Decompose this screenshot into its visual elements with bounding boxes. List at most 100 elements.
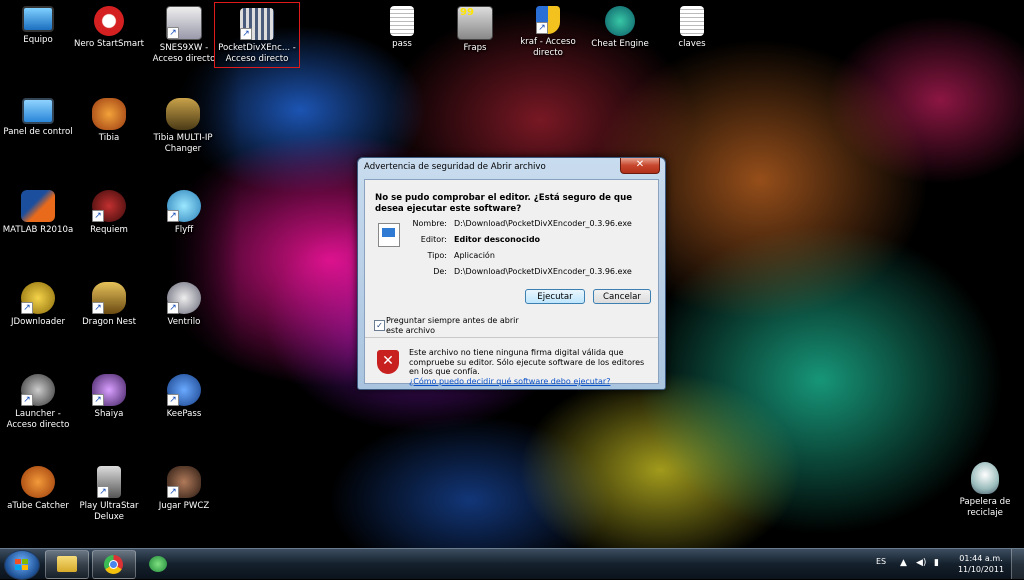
icon-label: Equipo [23, 35, 53, 45]
desktop-icon-flyff[interactable]: ↗ Flyff [146, 190, 222, 236]
always-ask-checkbox[interactable]: ✓ [374, 320, 385, 331]
icon-label: Jugar PWCZ [158, 501, 210, 511]
desktop-icon-recycle-bin[interactable]: Papelera de reciclaje [946, 462, 1024, 519]
flyff-icon: ↗ [167, 190, 201, 222]
desktop-icon-panel[interactable]: Panel de control [0, 98, 76, 138]
desktop-icon-dragon-nest[interactable]: ↗ Dragon Nest [71, 282, 147, 328]
shortcut-arrow-icon: ↗ [92, 394, 104, 406]
security-warning-dialog: Advertencia de seguridad de Abrir archiv… [357, 157, 666, 390]
ventrilo-icon: ↗ [167, 282, 201, 314]
fraps-badge: 99 [460, 7, 474, 18]
desktop-icon-shaiya[interactable]: ↗ Shaiya [71, 374, 147, 420]
icon-label: Play UltraStar Deluxe [79, 501, 139, 522]
shortcut-arrow-icon: ↗ [167, 486, 179, 498]
control-panel-icon [22, 98, 54, 124]
desktop-icon-atube[interactable]: aTube Catcher [0, 466, 76, 512]
shortcut-arrow-icon: ↗ [167, 27, 179, 39]
name-label: Nombre: [412, 219, 447, 228]
always-ask-label: Preguntar siempre antes de abrir este ar… [386, 316, 519, 335]
show-hidden-icons-icon[interactable]: ▲ [900, 558, 910, 568]
atube-icon [21, 466, 55, 498]
warning-shield-icon: ✕ [377, 350, 399, 374]
fraps-icon: 99 [457, 6, 493, 40]
icon-label: Nero StartSmart [73, 39, 145, 49]
warning-message: Este archivo no tiene ninguna firma digi… [409, 348, 645, 377]
network-icon[interactable]: ▮ [934, 558, 944, 568]
desktop-icon-pwcz[interactable]: ↗ Jugar PWCZ [146, 466, 222, 512]
taskbar-messenger-button[interactable] [146, 552, 172, 576]
application-file-icon [378, 223, 400, 247]
icon-label: JDownloader [10, 317, 66, 327]
icon-label: Papelera de reciclaje [959, 497, 1011, 518]
desktop-icon-nero[interactable]: Nero StartSmart [71, 6, 147, 50]
desktop-icon-matlab[interactable]: MATLAB R2010a [0, 190, 76, 236]
desktop-icon-jdownloader[interactable]: ↗ JDownloader [0, 282, 76, 328]
shortcut-arrow-icon: ↗ [97, 486, 109, 498]
desktop-icon-requiem[interactable]: ↗ Requiem [71, 190, 147, 236]
launcher-icon: ↗ [21, 374, 55, 406]
icon-label: pass [392, 39, 412, 49]
desktop-icon-ventrilo[interactable]: ↗ Ventrilo [146, 282, 222, 328]
desktop-icon-keepass[interactable]: ↗ KeePass [146, 374, 222, 420]
taskbar-explorer-button[interactable] [45, 550, 89, 579]
volume-icon[interactable]: ◀) [916, 558, 926, 568]
clock-date: 11/10/2011 [957, 565, 1005, 574]
shortcut-arrow-icon: ↗ [536, 22, 548, 34]
desktop-icon-tibia-multiip[interactable]: Tibia MULTI-IP Changer [138, 98, 228, 155]
desktop-icon-cheat-engine[interactable]: Cheat Engine [582, 6, 658, 50]
shortcut-arrow-icon: ↗ [167, 394, 179, 406]
clock[interactable]: 01:44 a.m. 11/10/2011 [956, 553, 1006, 575]
help-link[interactable]: ¿Cómo puedo decidir qué software debo ej… [409, 377, 610, 386]
lock-icon: ↗ [167, 374, 201, 406]
shortcut-arrow-icon: ↗ [167, 302, 179, 314]
snes-icon: ↗ [166, 6, 202, 40]
taskbar-chrome-button[interactable] [92, 550, 136, 579]
cancel-button[interactable]: Cancelar [593, 289, 651, 304]
desktop-icon-ultrastar[interactable]: ↗ Play UltraStar Deluxe [71, 466, 147, 523]
shaiya-icon: ↗ [92, 374, 126, 406]
icon-label: Launcher - Acceso directo [6, 409, 70, 430]
desktop-icon-fraps[interactable]: 99 Fraps [437, 6, 513, 54]
shortcut-arrow-icon: ↗ [240, 28, 252, 40]
icon-label: Fraps [463, 43, 487, 53]
desktop-icon-pass[interactable]: pass [364, 6, 440, 50]
icon-label: claves [678, 39, 706, 49]
desktop-icon-kraf[interactable]: ↗ kraf - Acceso directo [510, 6, 586, 59]
cheat-engine-icon [605, 6, 635, 36]
desktop-icon-snes9x[interactable]: ↗ SNES9XW - Acceso directo [146, 6, 222, 65]
shield-icon: ↗ [536, 6, 560, 34]
name-value: D:\Download\PocketDivXEncoder_0.3.96.exe [454, 219, 632, 228]
folder-icon [57, 556, 77, 572]
desktop-icon-claves[interactable]: claves [654, 6, 730, 50]
tibia-multiip-icon [166, 98, 200, 130]
run-button[interactable]: Ejecutar [525, 289, 585, 304]
desktop-icon-tibia[interactable]: Tibia [71, 98, 147, 144]
language-indicator[interactable]: ES [876, 557, 886, 566]
pwcz-icon: ↗ [167, 466, 201, 498]
start-button[interactable] [4, 550, 40, 580]
text-file-icon [680, 6, 704, 36]
dialog-title: Advertencia de seguridad de Abrir archiv… [364, 162, 546, 172]
recycle-bin-icon [971, 462, 999, 494]
desktop-icon-pocketdivx[interactable]: ↗ PocketDivXEnc... - Acceso directo [214, 2, 300, 68]
type-label: Tipo: [427, 251, 447, 260]
matlab-icon [21, 190, 55, 222]
close-button[interactable]: ✕ [620, 158, 660, 174]
taskbar: ES ▲ ◀) ▮ 01:44 a.m. 11/10/2011 [0, 548, 1024, 580]
messenger-icon [149, 556, 167, 572]
dragon-nest-icon: ↗ [92, 282, 126, 314]
icon-label: kraf - Acceso directo [520, 37, 576, 58]
ultrastar-icon: ↗ [97, 466, 121, 498]
shortcut-arrow-icon: ↗ [21, 302, 33, 314]
icon-label: Ventrilo [167, 317, 201, 327]
text-file-icon [390, 6, 414, 36]
tibia-icon [92, 98, 126, 130]
desktop-icon-equipo[interactable]: Equipo [0, 6, 76, 46]
dialog-heading: No se pudo comprobar el editor. ¿Está se… [375, 193, 633, 214]
show-desktop-button[interactable] [1011, 549, 1024, 579]
desktop-icon-launcher[interactable]: ↗ Launcher - Acceso directo [0, 374, 76, 431]
icon-label: Flyff [174, 225, 194, 235]
publisher-label: Editor: [420, 235, 447, 244]
warning-text: Este archivo no tiene ninguna firma digi… [409, 348, 654, 386]
clock-time: 01:44 a.m. [959, 554, 1003, 563]
